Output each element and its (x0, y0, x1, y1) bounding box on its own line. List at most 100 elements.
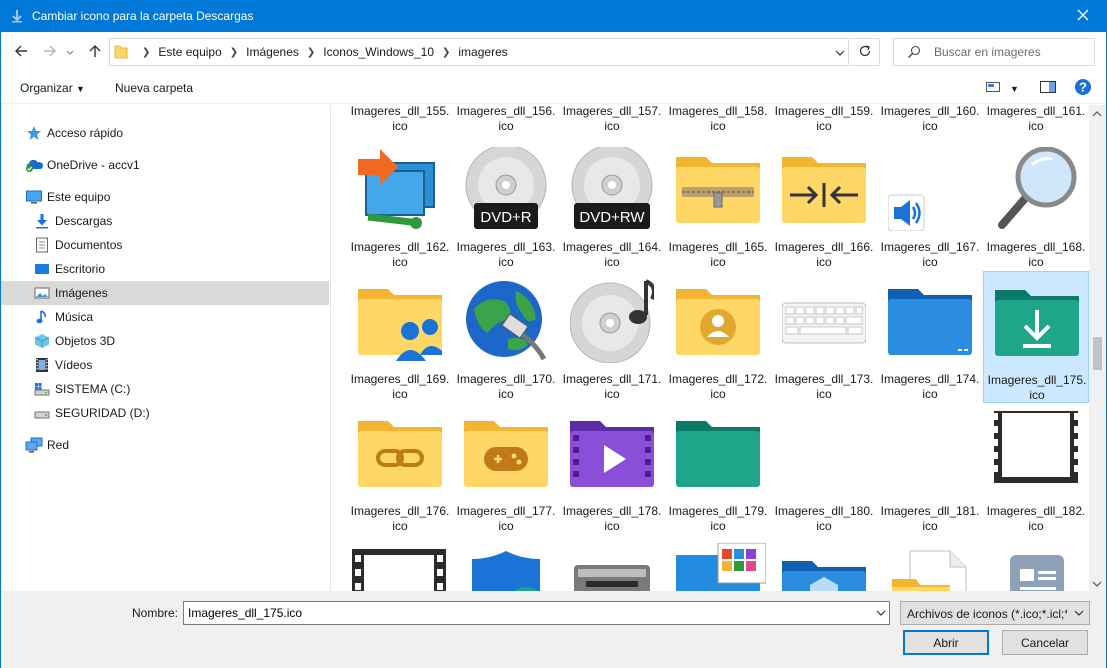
up-button[interactable] (83, 40, 107, 64)
list-item[interactable]: Imageres_dll_174. ico (877, 271, 983, 403)
scrollbar-thumb[interactable] (1093, 337, 1102, 370)
preview-pane-icon[interactable] (1039, 81, 1057, 98)
address-bar[interactable]: ❯ Este equipo ❯ Imágenes ❯ Iconos_Window… (109, 38, 849, 66)
vertical-scrollbar[interactable] (1089, 105, 1106, 591)
breadcrumb-item[interactable]: Este equipo (158, 45, 221, 59)
list-item[interactable]: Imageres_dll_171. ico (559, 271, 665, 403)
sidebar-item-this-pc[interactable]: Este equipo (1, 185, 329, 209)
list-item[interactable]: Imageres_dll_155. ico (347, 105, 453, 139)
view-dropdown[interactable]: ▼ (1010, 81, 1019, 95)
sidebar-item-label: SEGURIDAD (D:) (55, 406, 150, 420)
scroll-up-icon[interactable] (1092, 107, 1102, 121)
caret-down-icon[interactable]: ▼ (76, 84, 85, 94)
open-button[interactable]: Abrir (903, 630, 989, 655)
list-item[interactable]: Imageres_dll_166. ico (771, 139, 877, 271)
chevron-right-icon[interactable]: ❯ (230, 47, 238, 58)
chevron-down-icon[interactable] (1073, 606, 1085, 623)
file-name-field[interactable] (183, 601, 890, 625)
file-name-input[interactable] (188, 605, 868, 621)
list-item[interactable]: Imageres_dll_168. ico (983, 139, 1089, 271)
refresh-icon[interactable] (858, 44, 872, 61)
list-item[interactable] (347, 535, 453, 591)
list-item[interactable] (559, 535, 665, 591)
list-item[interactable]: Imageres_dll_176. ico (347, 403, 453, 535)
list-item[interactable]: Imageres_dll_156. ico (453, 105, 559, 139)
list-item[interactable]: Imageres_dll_181. ico (877, 403, 983, 535)
sidebar-item-network[interactable]: Red (1, 433, 329, 457)
list-item[interactable]: Imageres_dll_182. ico (983, 403, 1089, 535)
sidebar-item-drive-d[interactable]: SEGURIDAD (D:) (1, 401, 329, 425)
chevron-down-icon[interactable] (875, 606, 887, 623)
file-name: Imageres_dll_164. ico (562, 240, 662, 269)
chevron-right-icon[interactable]: ❯ (142, 47, 150, 58)
breadcrumb-item[interactable]: Imágenes (246, 45, 299, 59)
list-item[interactable]: Imageres_dll_173. ico (771, 271, 877, 403)
list-item[interactable] (665, 535, 771, 591)
recent-locations-button[interactable] (62, 40, 78, 64)
file-type-select[interactable]: Archivos de iconos (*.ico;*.icl;*. (900, 601, 1090, 625)
list-item[interactable]: Imageres_dll_157. ico (559, 105, 665, 139)
sidebar-item-videos[interactable]: Vídeos (1, 353, 329, 377)
chevron-down-icon[interactable] (66, 45, 74, 59)
sidebar-item-desktop[interactable]: Escritorio (1, 257, 329, 281)
list-item[interactable]: Imageres_dll_160. ico (877, 105, 983, 139)
organize-label[interactable]: Organizar (20, 81, 73, 95)
chevron-right-icon[interactable]: ❯ (442, 47, 450, 58)
list-item[interactable] (983, 535, 1089, 591)
chevron-right-icon[interactable]: ❯ (307, 47, 315, 58)
list-item[interactable] (877, 535, 983, 591)
breadcrumb-item[interactable]: imageres (458, 45, 507, 59)
list-item[interactable]: Imageres_dll_177. ico (453, 403, 559, 535)
search-box[interactable] (893, 38, 1095, 66)
list-item[interactable]: Imageres_dll_167. ico (877, 139, 983, 271)
list-item[interactable] (771, 535, 877, 591)
back-button[interactable] (9, 40, 33, 64)
list-item[interactable]: Imageres_dll_169. ico (347, 271, 453, 403)
organize-menu[interactable]: Organizar ▼ (20, 81, 85, 95)
list-item[interactable]: DVD+RW Imageres_dll_164. ico (559, 139, 665, 271)
list-item[interactable]: Imageres_dll_162. ico (347, 139, 453, 271)
sidebar-item-documents[interactable]: Documentos (1, 233, 329, 257)
up-arrow-icon[interactable] (88, 44, 102, 61)
list-item[interactable]: Imageres_dll_161. ico (983, 105, 1089, 139)
list-item[interactable]: Imageres_dll_179. ico (665, 403, 771, 535)
back-arrow-icon[interactable] (14, 44, 28, 61)
list-item[interactable]: Imageres_dll_158. ico (665, 105, 771, 139)
list-item[interactable]: Imageres_dll_170. ico (453, 271, 559, 403)
chevron-down-icon[interactable] (835, 45, 845, 59)
preview-pane-button[interactable] (1039, 79, 1057, 98)
sidebar-item-drive-c[interactable]: SISTEMA (C:) (1, 377, 329, 401)
list-item[interactable]: Imageres_dll_175. ico (983, 271, 1089, 403)
list-item[interactable]: Imageres_dll_180. ico (771, 403, 877, 535)
forward-button[interactable] (38, 40, 62, 64)
list-item[interactable]: Imageres_dll_165. ico (665, 139, 771, 271)
address-history-dropdown[interactable] (830, 39, 850, 65)
sidebar-item-downloads[interactable]: Descargas (1, 209, 329, 233)
view-icon[interactable] (985, 82, 1001, 98)
caret-down-icon[interactable]: ▼ (1010, 84, 1019, 94)
cancel-button[interactable]: Cancelar (1002, 630, 1088, 655)
forward-arrow-icon[interactable] (43, 44, 57, 61)
sidebar-item-label: Este equipo (47, 190, 111, 204)
refresh-button[interactable] (850, 38, 880, 66)
sidebar-item-3d-objects[interactable]: Objetos 3D (1, 329, 329, 353)
close-icon[interactable] (1077, 9, 1089, 24)
sidebar-item-quick-access[interactable]: Acceso rápido (1, 121, 329, 145)
list-item[interactable]: DVD+R Imageres_dll_163. ico (453, 139, 559, 271)
help-button[interactable]: ? (1074, 78, 1092, 99)
list-item[interactable]: Imageres_dll_159. ico (771, 105, 877, 139)
list-item[interactable]: Imageres_dll_178. ico (559, 403, 665, 535)
list-item[interactable]: Imageres_dll_172. ico (665, 271, 771, 403)
help-icon[interactable]: ? (1074, 79, 1092, 99)
breadcrumb-item[interactable]: Iconos_Windows_10 (323, 45, 434, 59)
search-input[interactable] (934, 44, 1084, 60)
view-options-button[interactable] (985, 79, 1001, 98)
sidebar-item-onedrive[interactable]: OneDrive - accv1 (1, 153, 329, 177)
list-item[interactable] (453, 535, 559, 591)
close-button[interactable] (1060, 1, 1106, 32)
file-name-label: Nombre: (132, 606, 179, 620)
sidebar-item-pictures[interactable]: Imágenes (1, 281, 329, 305)
new-folder-button[interactable]: Nueva carpeta (115, 81, 193, 95)
sidebar-item-music[interactable]: Música (1, 305, 329, 329)
scroll-down-icon[interactable] (1092, 577, 1102, 591)
